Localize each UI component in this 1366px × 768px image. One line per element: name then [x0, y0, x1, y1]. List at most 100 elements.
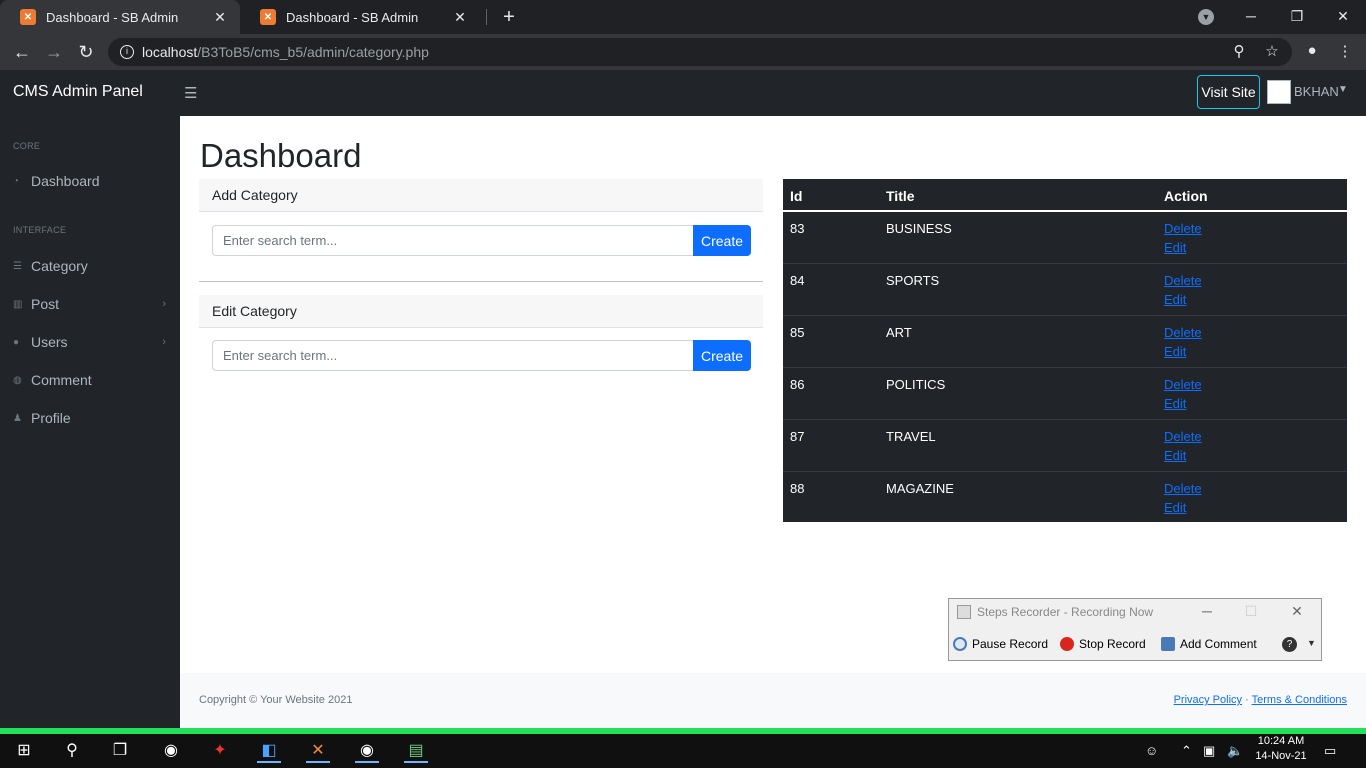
delete-link[interactable]: Delete	[1164, 325, 1202, 340]
edit-link[interactable]: Edit	[1164, 240, 1186, 255]
copyright-text: Copyright © Your Website 2021	[199, 694, 353, 706]
pause-record-button[interactable]: Pause Record	[953, 637, 1048, 651]
tab-search-icon[interactable]: ▼	[1198, 9, 1214, 25]
column-header-action: Action	[1164, 188, 1208, 204]
minimize-window-icon[interactable]: ─	[1228, 4, 1274, 28]
add-category-create-button[interactable]: Create	[693, 225, 751, 256]
sidebar-toggle-icon[interactable]: ☰	[184, 84, 197, 102]
browser-tab-1[interactable]: ✕ Dashboard - SB Admin ✕	[0, 0, 240, 34]
url-host: localhost	[142, 44, 198, 60]
help-icon[interactable]: ?	[1282, 637, 1297, 652]
chrome-icon[interactable]: ◉	[159, 739, 183, 763]
restore-window-icon[interactable]: ❐	[1274, 4, 1320, 28]
add-category-form: Create	[212, 225, 751, 256]
sidebar-item-label: Profile	[31, 410, 71, 426]
chevron-down-icon[interactable]: ▼	[1307, 638, 1316, 648]
delete-link[interactable]: Delete	[1164, 377, 1202, 392]
windows-taskbar: ⊞ ⚲ ❐ ◉ ✦ ◧ ✕ ◉ ▤ ☺ ⌃ ▣ 🔈 10:24 AM 14-No…	[0, 734, 1366, 768]
edit-category-create-button[interactable]: Create	[693, 340, 751, 371]
site-info-icon[interactable]: i	[120, 45, 134, 59]
row-title: POLITICS	[886, 377, 946, 392]
visit-site-button[interactable]: Visit Site	[1197, 75, 1260, 109]
delete-link[interactable]: Delete	[1164, 273, 1202, 288]
stop-record-button[interactable]: Stop Record	[1060, 637, 1146, 651]
xampp-icon[interactable]: ✕	[306, 739, 330, 763]
search-icon[interactable]: ⚲	[60, 739, 84, 763]
delete-link[interactable]: Delete	[1164, 429, 1202, 444]
user-dropdown-label[interactable]: BKHAN	[1294, 84, 1339, 99]
add-comment-label: Add Comment	[1180, 637, 1257, 651]
sidebar-item-dashboard[interactable]: ◔ Dashboard	[0, 166, 180, 196]
menu-kebab-icon[interactable]: ⋮	[1335, 42, 1355, 60]
back-icon[interactable]: ←	[10, 40, 34, 64]
sidebar-item-comment[interactable]: ◍ Comment	[0, 365, 180, 395]
network-icon[interactable]: ▣	[1203, 743, 1215, 759]
zoom-icon[interactable]: ⚲	[1229, 42, 1249, 60]
stop-icon	[1060, 637, 1074, 651]
pause-record-label: Pause Record	[972, 637, 1049, 651]
category-table: Id Title Action 83 BUSINESS Delete Edit …	[783, 179, 1347, 522]
windows-start-icon[interactable]: ⊞	[12, 739, 36, 763]
tab-title: Dashboard - SB Admin	[46, 9, 179, 25]
pause-icon	[953, 637, 967, 651]
address-bar[interactable]: i localhost /B3ToB5/cms_b5/admin/categor…	[108, 38, 1292, 66]
steps-recorder-taskbar-icon[interactable]: ▤	[404, 739, 428, 763]
close-icon[interactable]: ✕	[1287, 603, 1307, 620]
edit-category-input[interactable]	[212, 340, 693, 371]
delete-link[interactable]: Delete	[1164, 481, 1202, 496]
xampp-favicon-icon: ✕	[260, 9, 276, 25]
close-tab-icon[interactable]: ✕	[212, 9, 228, 26]
volume-icon[interactable]: 🔈	[1227, 743, 1243, 759]
edit-category-header: Edit Category	[199, 295, 763, 328]
minimize-icon[interactable]: ─	[1197, 603, 1217, 619]
chevron-up-icon[interactable]: ⌃	[1181, 743, 1192, 759]
bookmark-star-icon[interactable]: ☆	[1262, 42, 1282, 60]
new-tab-icon[interactable]: +	[498, 6, 520, 28]
clock[interactable]: 10:24 AM 14-Nov-21	[1253, 734, 1309, 764]
close-tab-icon[interactable]: ✕	[452, 9, 468, 26]
edit-link[interactable]: Edit	[1164, 448, 1186, 463]
task-view-icon[interactable]: ❐	[108, 739, 132, 763]
close-window-icon[interactable]: ✕	[1320, 4, 1366, 28]
app-icon[interactable]: ✦	[208, 739, 232, 763]
table-header: Id Title Action	[783, 179, 1347, 212]
sidebar-item-label: Comment	[31, 372, 92, 388]
profile-icon[interactable]: ●	[1302, 42, 1322, 59]
row-id: 83	[790, 221, 805, 236]
sidebar-item-profile[interactable]: ♟ Profile	[0, 403, 180, 433]
row-id: 84	[790, 273, 805, 288]
edit-link[interactable]: Edit	[1164, 344, 1186, 359]
sidebar-item-label: Dashboard	[31, 173, 100, 189]
notifications-icon[interactable]: ▭	[1324, 743, 1336, 759]
vscode-icon[interactable]: ◧	[257, 739, 281, 763]
browser-tab-2[interactable]: ✕ Dashboard - SB Admin ✕	[240, 0, 480, 34]
sidebar-item-users[interactable]: ● Users ›	[0, 327, 180, 357]
forward-icon[interactable]: →	[42, 40, 66, 64]
edit-link[interactable]: Edit	[1164, 500, 1186, 515]
chrome-active-icon[interactable]: ◉	[355, 739, 379, 763]
comment-icon	[1161, 637, 1175, 651]
edit-link[interactable]: Edit	[1164, 396, 1186, 411]
terms-link[interactable]: Terms & Conditions	[1252, 694, 1347, 706]
reload-icon[interactable]: ↻	[74, 40, 98, 64]
table-row: 88 MAGAZINE Delete Edit	[783, 472, 1347, 524]
edit-link[interactable]: Edit	[1164, 292, 1186, 307]
columns-icon: ▥	[13, 298, 23, 310]
table-row: 87 TRAVEL Delete Edit	[783, 420, 1347, 472]
edit-category-form: Create	[212, 340, 751, 371]
avatar[interactable]	[1267, 80, 1291, 104]
brand-title[interactable]: CMS Admin Panel	[13, 83, 143, 101]
delete-link[interactable]: Delete	[1164, 221, 1202, 236]
add-category-input[interactable]	[212, 225, 693, 256]
users-icon: ●	[13, 336, 20, 348]
chevron-right-icon: ›	[162, 298, 166, 310]
caret-down-icon[interactable]: ▼	[1338, 84, 1348, 95]
people-icon[interactable]: ☺	[1145, 743, 1158, 758]
list-icon: ☰	[13, 260, 22, 272]
sidebar-item-post[interactable]: ▥ Post ›	[0, 289, 180, 319]
add-comment-button[interactable]: Add Comment	[1161, 637, 1257, 651]
sidebar-item-category[interactable]: ☰ Category	[0, 251, 180, 281]
footer-links: Privacy Policy · Terms & Conditions	[1174, 694, 1347, 706]
sidebar-heading-core: CORE	[13, 141, 41, 151]
privacy-policy-link[interactable]: Privacy Policy	[1174, 694, 1242, 706]
